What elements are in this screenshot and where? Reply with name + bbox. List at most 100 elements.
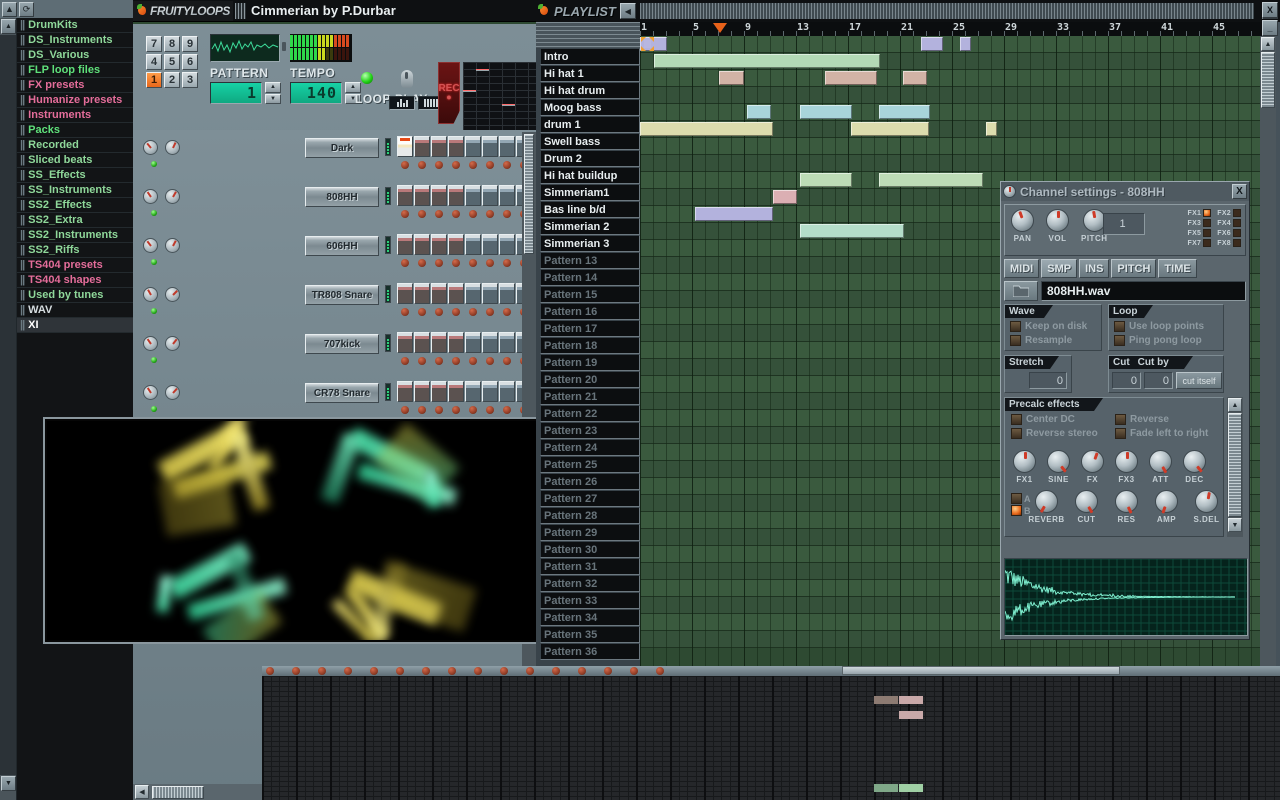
fx-slot-led-icon[interactable] <box>1203 229 1212 237</box>
browser-scroll-track[interactable] <box>0 35 16 775</box>
knob-dial[interactable] <box>1115 490 1138 514</box>
piano-roll-note[interactable] <box>899 696 923 704</box>
step-button[interactable] <box>397 136 413 157</box>
playlist-track-15[interactable]: Pattern 15 <box>540 286 640 303</box>
playlist-track-25[interactable]: Pattern 25 <box>540 456 640 473</box>
fl-title-bar[interactable]: FRUITYLOOPS Cimmerian by P.Durbar <box>133 0 538 22</box>
channel-number-field[interactable]: 1 <box>1103 213 1145 235</box>
playlist-track-26[interactable]: Pattern 26 <box>540 473 640 490</box>
playlist-track-6[interactable]: Swell bass <box>540 133 640 150</box>
velocity-knob[interactable] <box>499 210 515 218</box>
tempo-value[interactable]: 140 <box>290 82 342 104</box>
playlist-track-11[interactable]: Simmerian 2 <box>540 218 640 235</box>
playlist-track-5[interactable]: drum 1 <box>540 116 640 133</box>
browser-item-xi[interactable]: || XI <box>17 318 133 333</box>
browser-item-ss-effects[interactable]: || SS_Effects <box>17 168 133 183</box>
playlist-grid-row[interactable] <box>640 87 1262 104</box>
playlist-track-28[interactable]: Pattern 28 <box>540 507 640 524</box>
wave-option-keep-on-disk[interactable]: Keep on disk <box>1010 321 1087 332</box>
channel-volume-knob[interactable] <box>165 336 180 351</box>
step-button[interactable] <box>414 283 430 304</box>
channel-name-button[interactable]: TR808 Snare <box>305 285 379 305</box>
fx-slot-led-icon[interactable] <box>1233 229 1241 237</box>
browser-item-ss2-extra[interactable]: || SS2_Extra <box>17 213 133 228</box>
precalc-knob-s-del[interactable]: S.DEL <box>1193 490 1220 524</box>
playlist-pattern-block[interactable] <box>879 173 984 187</box>
velocity-knob[interactable] <box>465 357 481 365</box>
velocity-knob[interactable] <box>431 259 447 267</box>
velocity-knob[interactable] <box>397 259 413 267</box>
checkbox-icon[interactable] <box>1010 321 1021 332</box>
piano-roll-header[interactable] <box>262 666 1280 676</box>
knob-dial[interactable] <box>1047 450 1070 473</box>
playlist-track-13[interactable]: Pattern 13 <box>540 252 640 269</box>
tab-time[interactable]: TIME <box>1158 259 1197 278</box>
channel-pan-knob[interactable] <box>143 140 158 155</box>
playlist-track-3[interactable]: Hi hat drum <box>540 82 640 99</box>
keypad-key-2[interactable]: 2 <box>164 72 180 88</box>
stretch-value-field[interactable]: 0 <box>1029 372 1067 389</box>
piano-roll-grid[interactable] <box>262 676 1280 800</box>
playlist-track-27[interactable]: Pattern 27 <box>540 490 640 507</box>
step-button[interactable] <box>499 185 515 206</box>
app-minimize-button[interactable]: _ <box>1262 20 1278 36</box>
velocity-knob[interactable] <box>431 210 447 218</box>
velocity-knob[interactable] <box>431 161 447 169</box>
keypad-key-8[interactable]: 8 <box>164 36 180 52</box>
velocity-knob[interactable] <box>431 406 447 414</box>
piano-roll-velocity-dot[interactable] <box>448 667 456 675</box>
piano-roll-velocity-dot[interactable] <box>344 667 352 675</box>
tab-pitch[interactable]: PITCH <box>1111 259 1157 278</box>
browser-item-fx-presets[interactable]: || FX presets <box>17 78 133 93</box>
channel-pan-knob[interactable] <box>143 189 158 204</box>
velocity-knob[interactable] <box>414 210 430 218</box>
playlist-grid-row[interactable] <box>640 104 1262 121</box>
knob-dial[interactable] <box>1115 450 1138 473</box>
channel-name-button[interactable]: CR78 Snare <box>305 383 379 403</box>
browser-item-ts404-shapes[interactable]: || TS404 shapes <box>17 273 133 288</box>
velocity-knob[interactable] <box>414 259 430 267</box>
cs-scroll-down-icon[interactable]: ▼ <box>1228 518 1242 532</box>
playlist-track-30[interactable]: Pattern 30 <box>540 541 640 558</box>
velocity-knob[interactable] <box>482 357 498 365</box>
rack-scroll-thumb[interactable] <box>524 134 534 254</box>
step-button[interactable] <box>499 136 515 157</box>
channel-settings-scrollbar[interactable]: ▲ ▼ <box>1227 397 1243 537</box>
channel-pan-knob[interactable] <box>143 385 158 400</box>
fx-slot-fx2[interactable]: FX2 <box>1217 209 1241 217</box>
pattern-spin-up-icon[interactable]: ▲ <box>265 82 281 93</box>
checkbox-icon[interactable] <box>1114 335 1125 346</box>
velocity-knob[interactable] <box>448 357 464 365</box>
pattern-spinner[interactable]: ▲ ▼ <box>265 82 281 104</box>
piano-roll-scrollbar[interactable] <box>842 666 1120 675</box>
velocity-knob[interactable] <box>448 308 464 316</box>
velocity-knob[interactable] <box>499 406 515 414</box>
piano-roll-velocity-dot[interactable] <box>292 667 300 675</box>
playlist-track-17[interactable]: Pattern 17 <box>540 320 640 337</box>
tab-ins[interactable]: INS <box>1079 259 1110 278</box>
channel-name-button[interactable]: Dark <box>305 138 379 158</box>
playlist-pattern-block[interactable] <box>694 207 773 221</box>
checkbox-icon[interactable] <box>1011 493 1022 504</box>
velocity-knob[interactable] <box>482 308 498 316</box>
velocity-knob[interactable] <box>397 406 413 414</box>
precalc-option-center-dc[interactable]: Center DC <box>1011 414 1115 425</box>
fx-slot-fx3[interactable]: FX3 <box>1188 219 1212 227</box>
playlist-track-24[interactable]: Pattern 24 <box>540 439 640 456</box>
pattern-spin-down-icon[interactable]: ▼ <box>265 93 281 104</box>
keypad-key-1[interactable]: 1 <box>146 72 162 88</box>
keypad-key-5[interactable]: 5 <box>164 54 180 70</box>
ab-switch[interactable]: AB <box>1011 493 1031 517</box>
playlist-track-29[interactable]: Pattern 29 <box>540 524 640 541</box>
precalc-option-fade-left-to-right[interactable]: Fade left to right <box>1115 428 1225 439</box>
piano-roll-note[interactable] <box>874 784 898 792</box>
precalc-knob-cut[interactable]: CUT <box>1073 490 1100 524</box>
keypad-key-4[interactable]: 4 <box>146 54 162 70</box>
step-button[interactable] <box>465 136 481 157</box>
pan-knob-dial[interactable] <box>1011 209 1034 232</box>
playlist-grid-row[interactable] <box>640 36 1262 53</box>
velocity-knob[interactable] <box>431 308 447 316</box>
browser-scroll-up-icon[interactable]: ▲ <box>1 19 16 34</box>
playlist-selection-handle[interactable] <box>641 37 654 51</box>
fx-slot-led-icon[interactable] <box>1203 219 1212 227</box>
